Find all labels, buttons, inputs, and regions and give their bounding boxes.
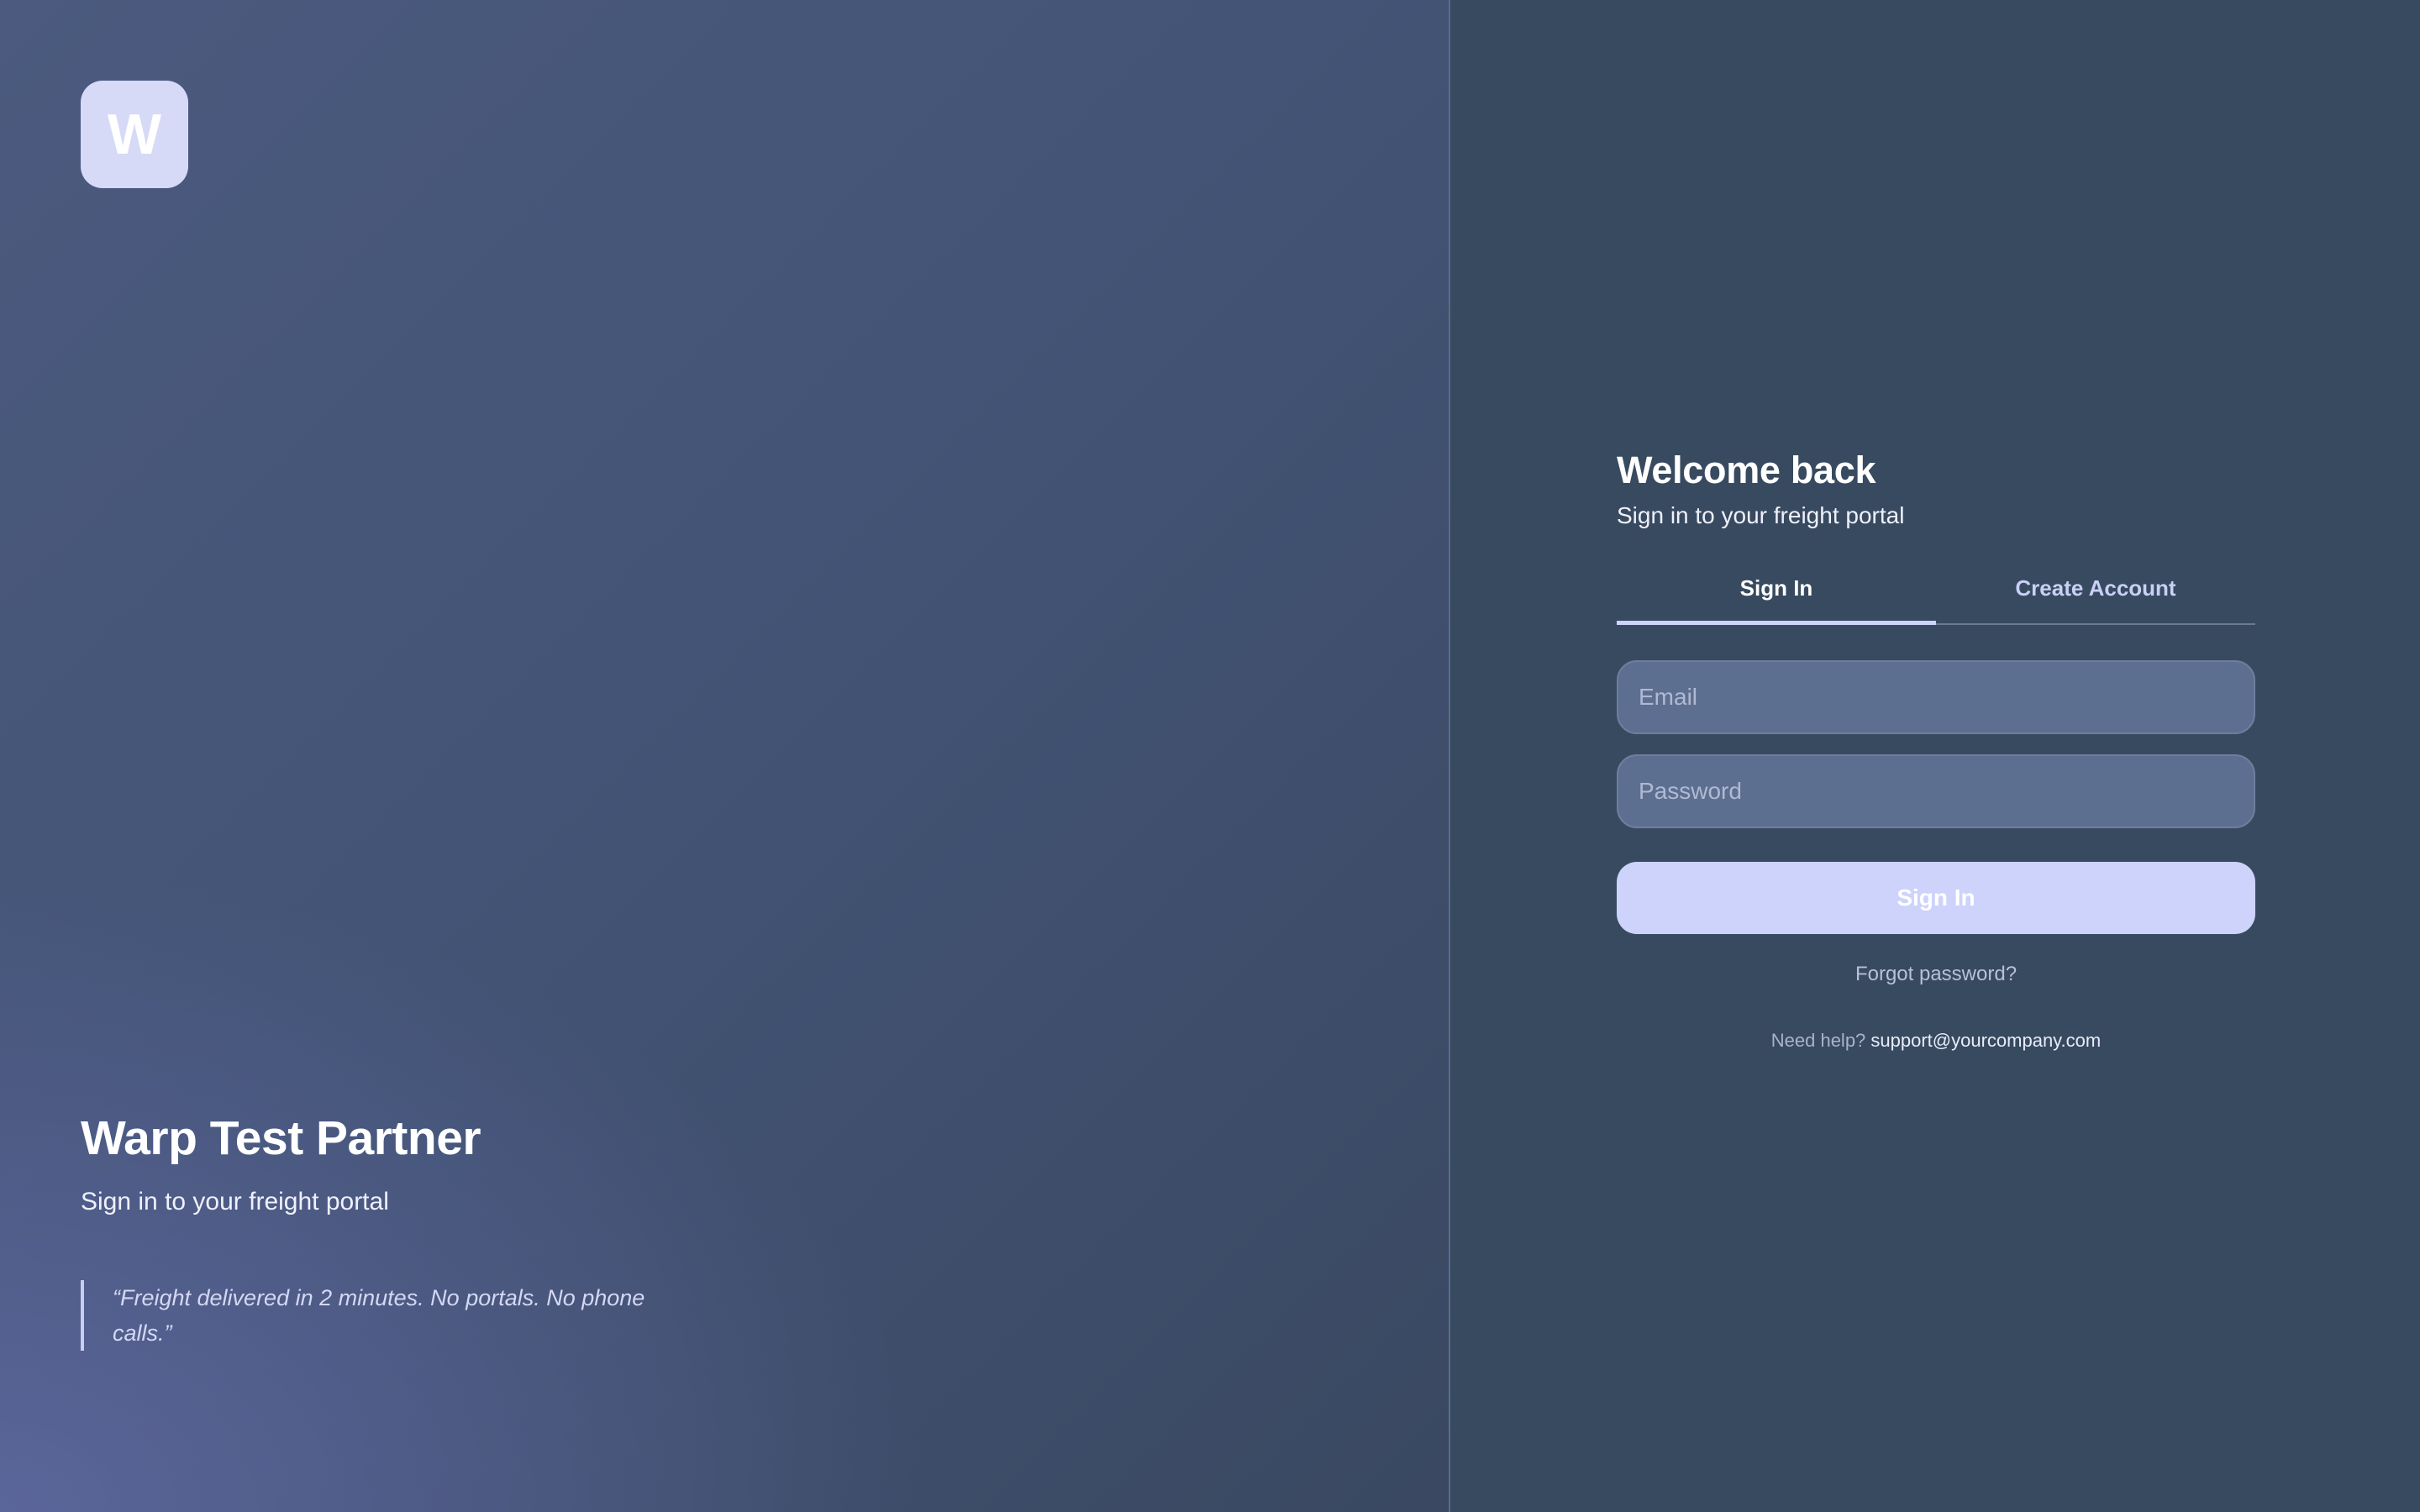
brand-panel: W Warp Test Partner Sign in to your frei… [0,0,1450,1512]
login-page: W Warp Test Partner Sign in to your frei… [0,0,2420,1512]
testimonial-quote: “Freight delivered in 2 minutes. No port… [81,1280,686,1351]
logo-letter: W [107,102,162,166]
form-subtitle: Sign in to your freight portal [1617,502,1905,528]
auth-panel: Welcome back Sign in to your freight por… [1450,0,2420,1512]
tab-create-account[interactable]: Create Account [1936,564,2255,623]
forgot-password-link[interactable]: Forgot password? [1617,963,2255,986]
email-field[interactable] [1617,660,2255,734]
form-title: Welcome back [1617,449,1876,491]
sign-in-form: Welcome back Sign in to your freight por… [1617,449,2255,1052]
support-email-link[interactable]: support@yourcompany.com [1870,1030,2101,1051]
sign-in-button[interactable]: Sign In [1617,862,2255,934]
help-line: Need help? support@yourcompany.com [1617,1030,2255,1052]
brand-logo: W [81,81,188,188]
brand-title: Warp Test Partner [81,1111,481,1165]
auth-tabs: Sign In Create Account [1617,564,2255,625]
help-label: Need help? [1770,1030,1871,1051]
tab-sign-in[interactable]: Sign In [1617,564,1936,625]
brand-subtitle: Sign in to your freight portal [81,1188,389,1215]
password-field[interactable] [1617,754,2255,828]
